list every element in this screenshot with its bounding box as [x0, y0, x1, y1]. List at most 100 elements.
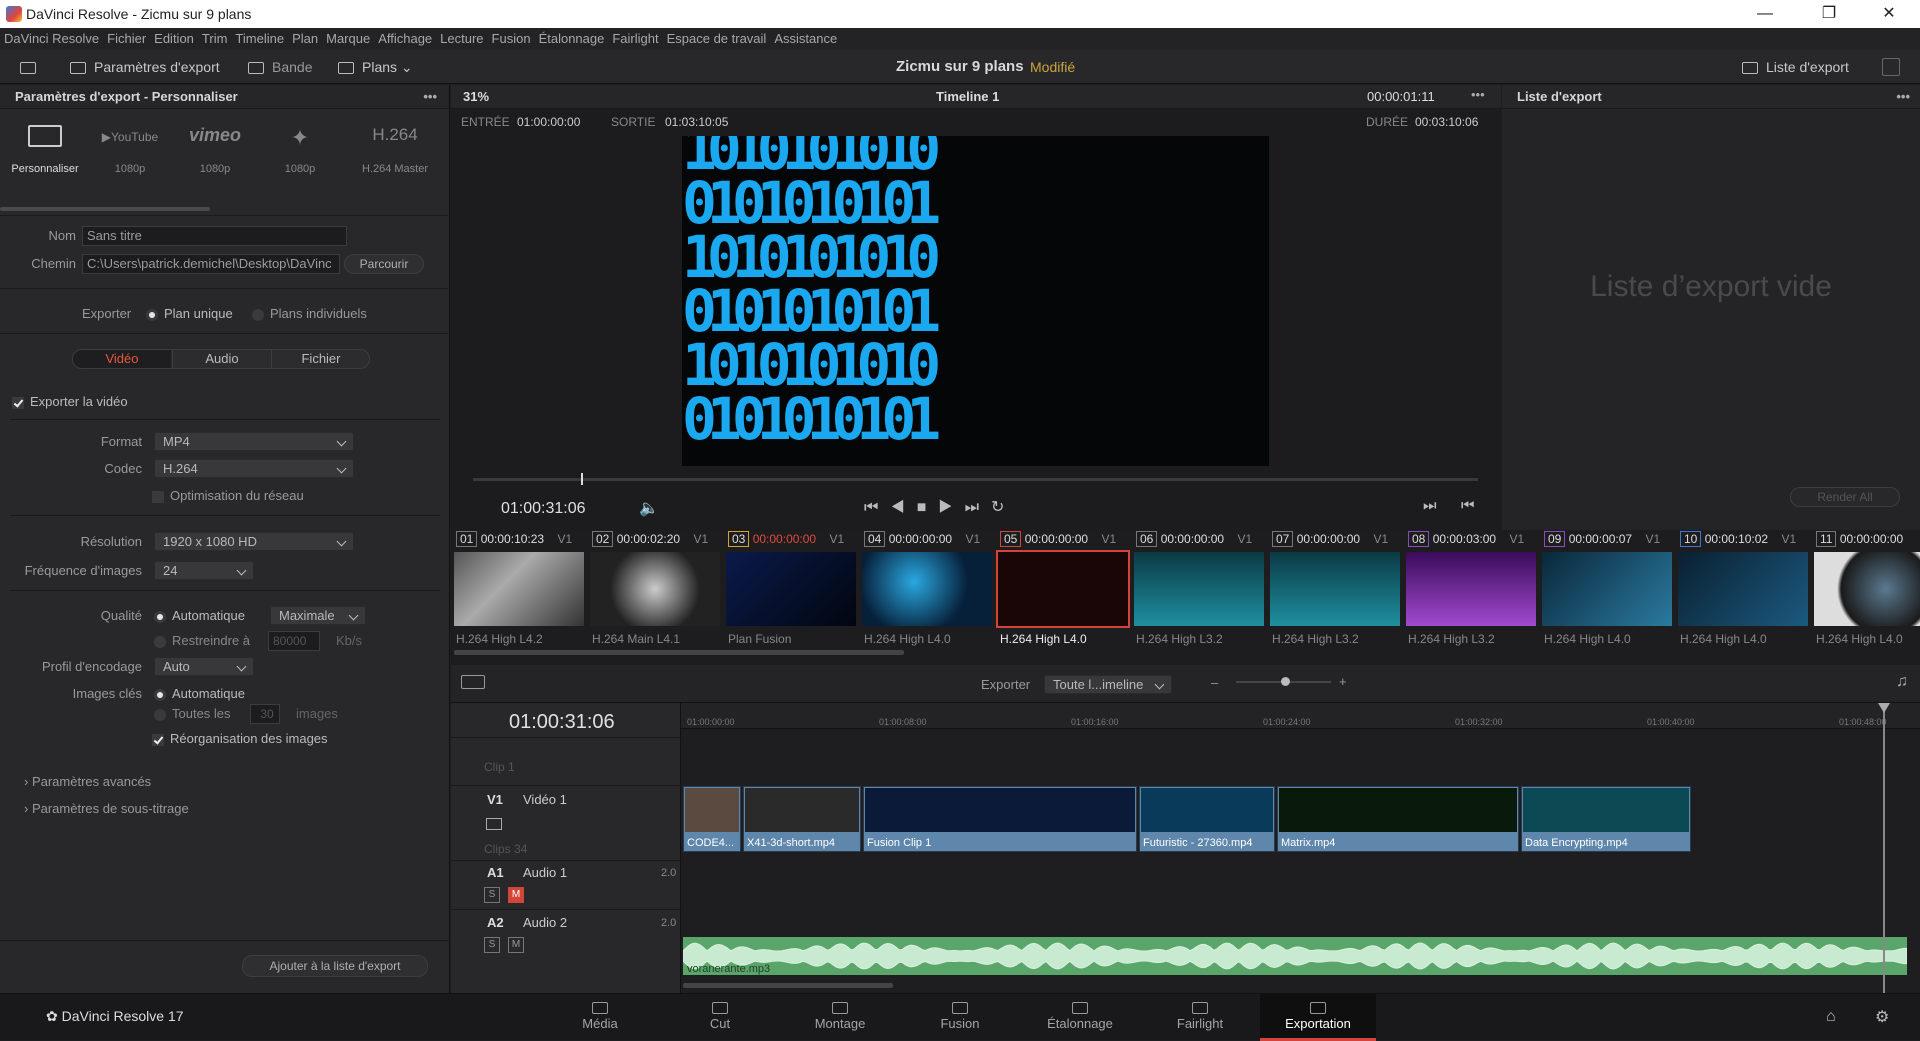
video-clip[interactable]: Fusion Clip 1 [863, 786, 1137, 852]
menu-item[interactable]: Fairlight [608, 28, 662, 46]
quality-select[interactable]: Maximale [270, 606, 366, 625]
menu-item[interactable]: Edition [150, 28, 198, 46]
video-clip[interactable]: Data Encrypting.mp4 [1521, 786, 1691, 852]
fusion-page-tab[interactable]: Fusion [900, 994, 1020, 1041]
prev-clip-icon[interactable]: ⏮ [1461, 497, 1475, 514]
menu-item[interactable]: Lecture [436, 28, 487, 46]
loop-icon[interactable]: ↻ [991, 499, 1016, 516]
track-a2-solo-button[interactable]: S [484, 937, 500, 953]
clip-thumbnail-card[interactable]: 10 00:00:10:02 V1 H.264 High L4.0 [1678, 531, 1812, 650]
track-a2-name[interactable]: Audio 2 [523, 915, 567, 930]
timeline-view-icon[interactable] [461, 675, 485, 689]
next-clip-icon[interactable]: ⏭ [1423, 497, 1437, 514]
single-clip-radio[interactable]: Plan unique [146, 306, 233, 321]
clips-button[interactable]: Plans ⌄ [338, 50, 413, 84]
menu-item[interactable]: Affichage [374, 28, 436, 46]
play-icon[interactable]: ▶ [938, 499, 964, 516]
menu-item[interactable]: Fusion [488, 28, 535, 46]
export-list-button[interactable]: Liste d'export [1742, 50, 1849, 84]
track-a1-mute-button[interactable]: M [508, 887, 524, 903]
fps-select[interactable]: 24 [154, 561, 254, 580]
home-icon[interactable]: ⌂ [1826, 1008, 1836, 1026]
track-a1-solo-button[interactable]: S [484, 887, 500, 903]
zoom-select[interactable]: 31% [463, 89, 489, 104]
clip-thumbnail-card[interactable]: 06 00:00:00:00 V1 H.264 High L3.2 [1134, 531, 1268, 650]
menu-item[interactable]: Marque [322, 28, 374, 46]
resolution-select[interactable]: 1920 x 1080 HD [154, 532, 354, 551]
tab-file[interactable]: Fichier [273, 350, 369, 368]
add-to-render-queue-button[interactable]: Ajouter à la liste d'export [242, 955, 428, 977]
color-page-tab[interactable]: Étalonnage [1020, 994, 1140, 1041]
network-opt-checkbox[interactable]: Optimisation du réseau [152, 488, 304, 503]
track-v1-monitor-icon[interactable] [486, 818, 502, 830]
track-v1-name[interactable]: Vidéo 1 [523, 792, 567, 807]
track-a1-name[interactable]: Audio 1 [523, 865, 567, 880]
video-clip[interactable]: CODE4... [683, 786, 741, 852]
restrict-field[interactable]: 80000 [268, 631, 320, 651]
more-icon[interactable]: ••• [423, 85, 437, 109]
clip-thumbnail-card[interactable]: 02 00:00:02:20 V1 H.264 Main L4.1 [590, 531, 724, 650]
individual-clips-radio[interactable]: Plans individuels [252, 306, 367, 321]
quality-auto-radio[interactable]: Automatique [154, 608, 245, 623]
reorder-checkbox[interactable]: Réorganisation des images [152, 731, 328, 746]
cut-page-tab[interactable]: Cut [660, 994, 780, 1041]
keyframes-every-radio[interactable]: Toutes les [154, 706, 231, 721]
scrubber-bar[interactable] [473, 478, 1478, 481]
menu-item[interactable]: Étalonnage [535, 28, 609, 46]
render-all-button[interactable]: Render All [1790, 487, 1900, 507]
restrict-radio[interactable]: Restreindre à [154, 633, 250, 648]
scrubber-handle[interactable] [581, 473, 583, 485]
deliver-page-tab[interactable]: Exportation [1260, 994, 1376, 1041]
export-video-checkbox[interactable]: Exporter la vidéo [12, 394, 128, 409]
clip-thumbnail-card[interactable]: 04 00:00:00:00 V1 H.264 High L4.0 [862, 531, 996, 650]
expand-icon[interactable] [1882, 58, 1900, 76]
reverse-icon[interactable]: ◀ [890, 499, 916, 516]
skip-start-icon[interactable]: ⏮ [864, 499, 890, 516]
advanced-settings-toggle[interactable]: › Paramètres avancés [24, 774, 151, 789]
zoom-slider-handle[interactable] [1281, 677, 1290, 686]
menu-item[interactable]: Timeline [231, 28, 288, 46]
viewer-timecode[interactable]: 00:00:01:11 [1367, 89, 1435, 104]
timeline-select[interactable]: Timeline 1 [936, 89, 999, 104]
name-field[interactable]: Sans titre [82, 226, 347, 246]
keyframes-field[interactable]: 30 [250, 704, 280, 724]
close-icon[interactable]: ✕ [1866, 2, 1912, 26]
menu-item[interactable]: Espace de travail [663, 28, 771, 46]
profile-select[interactable]: Auto [154, 657, 254, 676]
menu-item[interactable]: Assistance [770, 28, 841, 46]
video-clip[interactable]: X41-3d-short.mp4 [743, 786, 861, 852]
clip-thumbnail-card[interactable]: 09 00:00:00:07 V1 H.264 High L4.0 [1542, 531, 1676, 650]
fairlight-page-tab[interactable]: Fairlight [1140, 994, 1260, 1041]
presets-scrollbar[interactable] [0, 207, 210, 211]
tab-audio[interactable]: Audio [172, 350, 272, 368]
volume-icon[interactable]: 🔈 [639, 498, 659, 518]
preset-twitter[interactable]: ✦ 1080p [265, 125, 335, 175]
timeline-range-select[interactable]: Toute l...imeline [1044, 675, 1172, 694]
preset-custom[interactable]: Personnaliser [10, 125, 80, 189]
path-field[interactable]: C:\Users\patrick.demichel\Desktop\DaVinc [82, 254, 340, 274]
codec-select[interactable]: H.264 [154, 459, 354, 478]
format-select[interactable]: MP4 [154, 432, 354, 451]
video-clip[interactable]: Futuristic - 27360.mp4 [1139, 786, 1275, 852]
subtitle-settings-toggle[interactable]: › Paramètres de sous-titrage [24, 801, 189, 816]
preset-youtube[interactable]: ▶YouTube 1080p [95, 125, 165, 175]
menu-item[interactable]: Plan [288, 28, 322, 46]
tab-video[interactable]: Vidéo [73, 350, 171, 368]
restore-icon[interactable]: ❐ [1806, 2, 1852, 26]
preset-h264[interactable]: H.264 H.264 Master [355, 125, 435, 175]
export-settings-button[interactable]: Paramètres d'export [70, 50, 220, 84]
settings-gear-icon[interactable]: ⚙ [1875, 1007, 1889, 1027]
stop-icon[interactable]: ■ [917, 499, 939, 516]
audio-clip[interactable]: voranerante.mp3 [683, 937, 1907, 975]
clip-thumbnail-card[interactable]: 01 00:00:10:23 V1 H.264 High L4.2 [454, 531, 588, 650]
playhead[interactable] [1883, 703, 1885, 993]
viewer-more-icon[interactable]: ••• [1471, 87, 1485, 102]
edit-page-tab[interactable]: Montage [780, 994, 900, 1041]
monitor-icon[interactable] [20, 50, 44, 84]
video-clip[interactable]: Matrix.mp4 [1277, 786, 1519, 852]
clips-scrollbar[interactable] [454, 650, 904, 655]
minimize-icon[interactable]: — [1742, 2, 1788, 26]
skip-end-icon[interactable]: ⏭ [965, 499, 991, 516]
menu-item[interactable]: Fichier [103, 28, 150, 46]
zoom-out-icon[interactable]: – [1211, 675, 1218, 690]
